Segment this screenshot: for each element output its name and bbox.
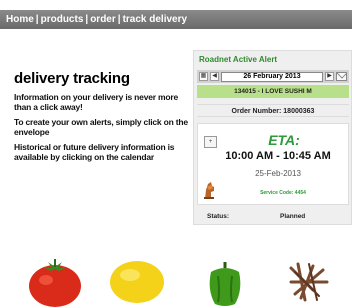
intro-paragraph: Historical or future delivery informatio… xyxy=(14,142,175,162)
intro-paragraph: Information on your delivery is never mo… xyxy=(14,92,179,112)
date-field[interactable]: 26 February 2013 xyxy=(221,71,323,82)
intro-paragraph: To create your own alerts, simply click … xyxy=(14,117,188,137)
nav-home[interactable]: Home xyxy=(6,14,34,25)
eta-date: 25-Feb-2013 xyxy=(255,169,301,178)
page-title: delivery tracking xyxy=(14,70,130,87)
nav-separator: | xyxy=(117,14,121,25)
nav-separator: | xyxy=(35,14,39,25)
nav-separator: | xyxy=(85,14,89,25)
nav-track-delivery[interactable]: track delivery xyxy=(123,14,188,25)
order-number: Order Number: 18000363 xyxy=(197,104,349,117)
status-row: Status: Planned xyxy=(197,211,349,223)
lemon-image xyxy=(110,261,164,303)
customer-bar[interactable]: 134015 - I LOVE SUSHI M xyxy=(197,85,349,98)
delivery-alert-widget: Roadnet Active Alert ▦ ◀ 26 February 201… xyxy=(193,50,352,225)
nav-products[interactable]: products xyxy=(41,14,84,25)
dried-spice-image xyxy=(289,262,329,302)
widget-title: Roadnet Active Alert xyxy=(199,55,278,64)
eta-label: ETA: xyxy=(268,132,300,148)
eta-range: 10:00 AM - 10:45 AM xyxy=(225,150,331,162)
status-value: Planned xyxy=(280,213,306,220)
nav-order[interactable]: order xyxy=(90,14,116,25)
status-label: Status: xyxy=(207,213,230,220)
eta-panel: + ETA: 10:00 AM - 10:45 AM 25-Feb-2013 S… xyxy=(197,123,349,205)
envelope-icon[interactable] xyxy=(336,72,347,81)
service-code: Service Code: 4454 xyxy=(260,190,306,196)
next-day-button[interactable]: ▶ xyxy=(325,72,334,81)
intro-section: delivery tracking Information on your de… xyxy=(14,70,189,168)
tomato-image xyxy=(29,259,81,307)
date-bar: ▦ ◀ 26 February 2013 ▶ xyxy=(197,70,349,83)
green-pepper-image xyxy=(209,262,241,306)
prev-day-button[interactable]: ◀ xyxy=(210,72,219,81)
truck-icon xyxy=(204,182,214,199)
calendar-icon[interactable]: ▦ xyxy=(199,72,208,81)
top-navigation: Home | products | order | track delivery xyxy=(0,10,352,29)
